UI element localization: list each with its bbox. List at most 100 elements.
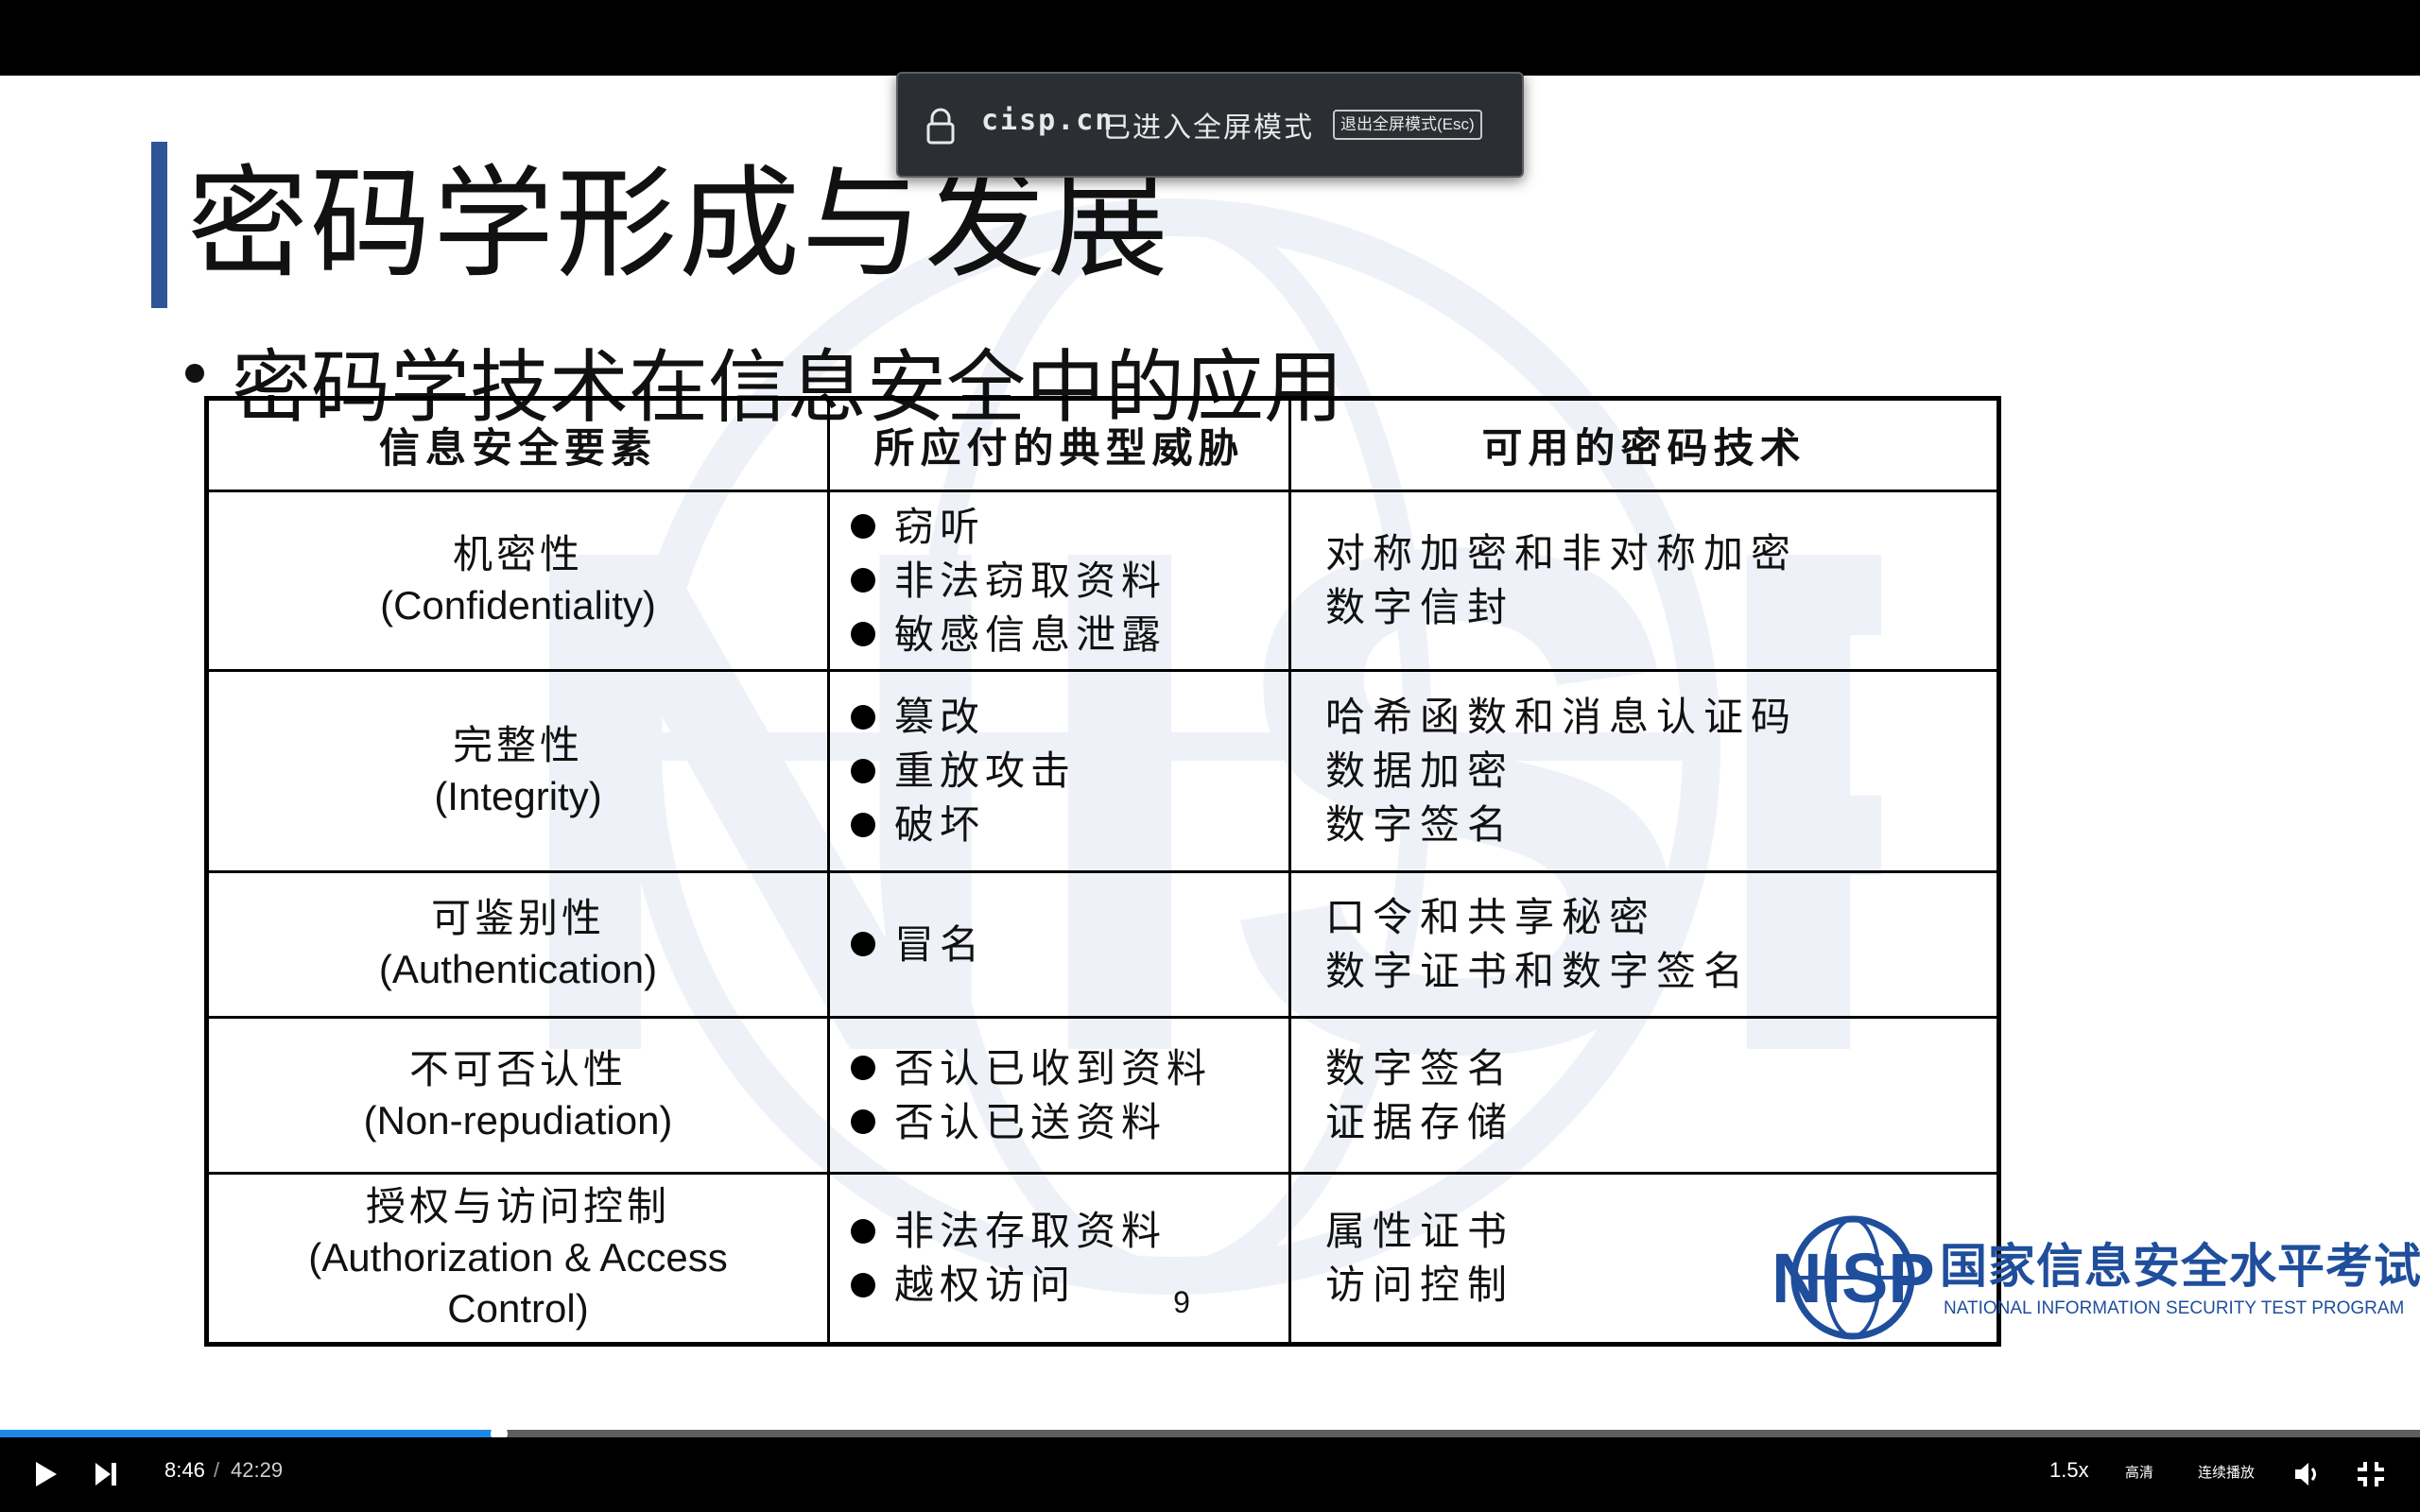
player-controls: 8:46 / 42:29 1.5x 高清 连续播放 (0, 1437, 2420, 1512)
threat-item: 否认已送资料 (851, 1095, 1288, 1149)
column-header-techniques: 可用的密码技术 (1288, 397, 2000, 492)
threat-text: 冒名 (894, 920, 986, 968)
threat-text: 篡改 (894, 694, 986, 741)
element-name-cn: 完整性 (452, 721, 583, 768)
bullet-icon (851, 812, 875, 837)
technique-text: 数字签名 (1325, 1044, 1515, 1091)
element-name-cn: 不可否认性 (408, 1045, 627, 1092)
bullet-icon (851, 1056, 875, 1081)
threat-text: 窃听 (894, 503, 986, 550)
column-header-element: 信息安全要素 (205, 397, 830, 492)
total-duration: 42:29 (231, 1458, 284, 1482)
technique-text: 数据加密 (1325, 747, 1515, 795)
element-name-cn: 机密性 (452, 531, 583, 578)
technique-text: 证据存储 (1325, 1098, 1515, 1145)
quality-button[interactable]: 高清 (2125, 1462, 2153, 1482)
techniques-cell: 数字签名 证据存储 (1288, 1015, 2000, 1175)
element-cell: 可鉴别性 (Authentication) (205, 869, 830, 1019)
element-name-en: (Authentication) (378, 947, 658, 992)
element-cell: 不可否认性 (Non-repudiation) (205, 1015, 830, 1175)
nisp-mark-text: NISP (1772, 1239, 1935, 1317)
element-name-en: (Authorization & Access (308, 1235, 728, 1280)
threat-item: 非法窃取资料 (851, 554, 1288, 608)
element-name-cn: 可鉴别性 (430, 895, 605, 942)
threats-cell: 冒名 (827, 869, 1291, 1019)
element-cell: 机密性 (Confidentiality) (205, 490, 830, 672)
element-name-cn: 授权与访问控制 (365, 1183, 670, 1230)
nisp-emblem-icon: NISP (1772, 1215, 1935, 1340)
bullet-icon (851, 932, 875, 957)
bullet-icon (851, 514, 875, 540)
threat-item: 否认已收到资料 (851, 1041, 1288, 1095)
bullet-icon (851, 1272, 875, 1297)
table-row: 授权与访问控制 (Authorization & Access Control)… (205, 1171, 2000, 1347)
element-name-en: (Non-repudiation) (363, 1097, 673, 1143)
volume-icon[interactable] (2293, 1460, 2324, 1488)
threat-item: 窃听 (851, 500, 1288, 554)
table-row: 机密性 (Confidentiality) 窃听 非法窃取资料 敏感信息泄露 对… (205, 490, 2000, 672)
progress-fill (0, 1430, 500, 1437)
playback-speed-button[interactable]: 1.5x (2049, 1458, 2089, 1483)
logo-cn-text: 国家信息安全水平考试 (1940, 1238, 2420, 1294)
table-header-row: 信息安全要素 所应付的典型威胁 可用的密码技术 (205, 397, 2000, 492)
exit-fullscreen-icon[interactable] (2356, 1460, 2386, 1488)
autoplay-button[interactable]: 连续播放 (2198, 1462, 2255, 1482)
techniques-cell: 口令和共享秘密 数字证书和数字签名 (1288, 869, 2000, 1019)
threat-text: 否认已送资料 (894, 1098, 1167, 1145)
threats-cell: 否认已收到资料 否认已送资料 (827, 1015, 1291, 1175)
fullscreen-domain: cisp.cn (981, 104, 1115, 137)
element-name-en: (Confidentiality) (380, 583, 656, 628)
table-row: 完整性 (Integrity) 篡改 重放攻击 破坏 哈希函数和消息认证码 数据… (205, 668, 2000, 873)
threat-item: 越权访问 (851, 1258, 1288, 1312)
threat-item: 敏感信息泄露 (851, 608, 1288, 662)
threat-text: 非法存取资料 (894, 1208, 1167, 1255)
progress-bar[interactable] (0, 1425, 2420, 1442)
bullet-icon (851, 758, 875, 783)
threat-item: 篡改 (851, 690, 1288, 744)
time-separator: / (214, 1458, 220, 1482)
threat-text: 非法窃取资料 (894, 557, 1167, 604)
threat-item: 非法存取资料 (851, 1204, 1288, 1258)
technique-text: 数字签名 (1325, 801, 1515, 849)
threats-cell: 非法存取资料 越权访问 (827, 1171, 1291, 1347)
bullet-icon (851, 704, 875, 730)
element-cell: 授权与访问控制 (Authorization & Access Control) (205, 1171, 830, 1347)
logo-en-text: NATIONAL INFORMATION SECURITY TEST PROGR… (1944, 1298, 2405, 1318)
exit-fullscreen-button[interactable]: 退出全屏模式(Esc) (1333, 110, 1482, 140)
technique-text: 数字信封 (1325, 584, 1515, 631)
techniques-cell: 哈希函数和消息认证码 数据加密 数字签名 (1288, 668, 2000, 873)
current-time: 8:46 (164, 1458, 205, 1482)
security-table: 信息安全要素 所应付的典型威胁 可用的密码技术 机密性 (Confidentia… (204, 396, 2001, 1347)
element-name-en-continued: Control) (447, 1286, 589, 1332)
threat-text: 越权访问 (894, 1262, 1077, 1309)
bullet-icon (851, 1218, 875, 1244)
threats-cell: 窃听 非法窃取资料 敏感信息泄露 (827, 490, 1291, 672)
element-name-en: (Integrity) (434, 773, 602, 818)
next-icon[interactable] (93, 1460, 119, 1488)
bullet-icon (851, 622, 875, 647)
fullscreen-notice: cisp.cn 已进入全屏模式 退出全屏模式(Esc) (896, 72, 1524, 178)
threat-item: 破坏 (851, 798, 1288, 851)
technique-text: 对称加密和非对称加密 (1325, 530, 1799, 577)
title-accent-bar (151, 142, 167, 308)
play-icon[interactable] (32, 1460, 59, 1488)
bullet-icon (851, 1109, 875, 1135)
technique-text: 哈希函数和消息认证码 (1325, 694, 1799, 741)
element-cell: 完整性 (Integrity) (205, 668, 830, 873)
threat-text: 破坏 (894, 801, 986, 849)
threat-item: 冒名 (851, 918, 1288, 971)
bullet-icon (851, 568, 875, 593)
lock-icon (926, 108, 955, 145)
page-number: 9 (1173, 1285, 1190, 1319)
threat-item: 重放攻击 (851, 744, 1288, 798)
bullet-icon (185, 364, 204, 383)
table-row: 不可否认性 (Non-repudiation) 否认已收到资料 否认已送资料 数… (205, 1015, 2000, 1175)
fullscreen-message: 已进入全屏模式 (1102, 112, 1314, 145)
technique-text: 数字证书和数字签名 (1325, 948, 1752, 995)
techniques-cell: 对称加密和非对称加密 数字信封 (1288, 490, 2000, 672)
threat-text: 敏感信息泄露 (894, 610, 1167, 658)
technique-text: 口令和共享秘密 (1325, 894, 1657, 941)
threat-text: 重放攻击 (894, 747, 1077, 795)
table-row: 可鉴别性 (Authentication) 冒名 口令和共享秘密 数字证书和数字… (205, 869, 2000, 1019)
column-header-threats: 所应付的典型威胁 (827, 397, 1291, 492)
